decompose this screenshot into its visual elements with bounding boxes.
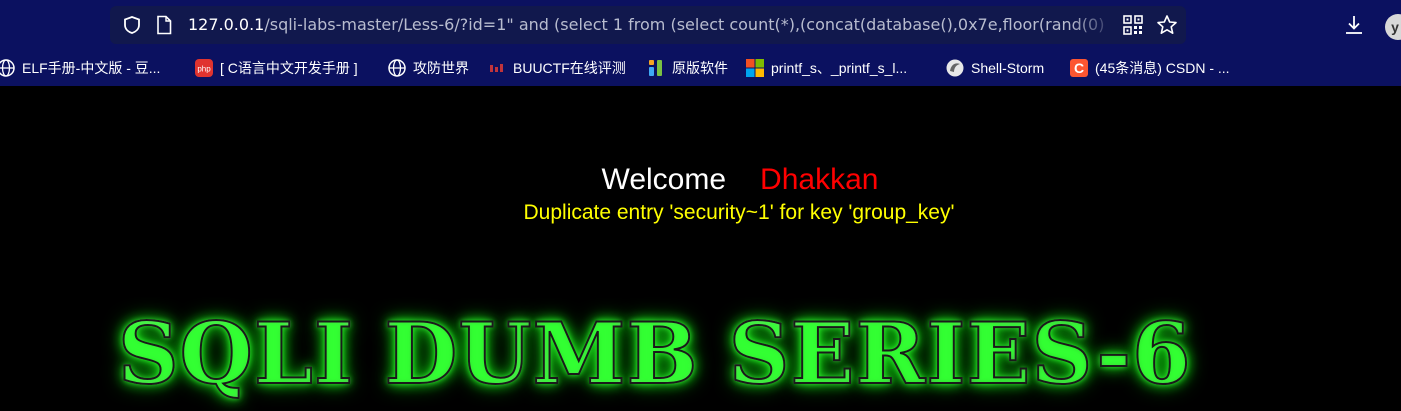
bookmarks-bar: ELF手册-中文版 - 豆... php [ C语言中文开发手册 ] 攻防世界 … [0, 50, 1401, 86]
download-icon[interactable] [1343, 14, 1365, 36]
svg-text:php: php [197, 65, 211, 74]
title-banner: SQLI DUMB SERIES-6 [117, 303, 1192, 404]
bookmark-label: 攻防世界 [413, 60, 469, 76]
star-icon[interactable] [1156, 14, 1178, 36]
bookmark-label: Shell-Storm [971, 60, 1045, 76]
bookmark-label: printf_s、_printf_s_l... [771, 60, 908, 76]
bookmark-label: BUUCTF在线评测 [513, 60, 626, 76]
bookmark-shell-storm[interactable]: Shell-Storm [945, 57, 1044, 79]
bookmark-c-manual[interactable]: php [ C语言中文开发手册 ] [194, 57, 358, 79]
bookmark-buuctf[interactable]: BUUCTF在线评测 [487, 57, 626, 79]
url-host: 127.0.0.1 [188, 15, 265, 34]
bookmark-itellyou[interactable]: 原版软件 [646, 57, 728, 79]
page-icon [157, 15, 172, 35]
welcome-text: Welcome [601, 163, 727, 196]
address-bar[interactable]: 127.0.0.1/sqli-labs-master/Less-6/?id=1"… [110, 6, 1186, 44]
welcome-line: Welcome Dhakkan [0, 163, 1401, 197]
bookmark-label: (45条消息) CSDN - ... [1095, 60, 1230, 76]
url-fade [1070, 6, 1118, 44]
bookmark-adworld[interactable]: 攻防世界 [387, 57, 469, 79]
shell-storm-icon [946, 59, 964, 77]
bookmark-printf-s[interactable]: printf_s、_printf_s_l... [745, 57, 907, 79]
bookmark-csdn[interactable]: C (45条消息) CSDN - ... [1069, 57, 1230, 79]
buuctf-icon [490, 64, 503, 72]
bookmark-label: ELF手册-中文版 - 豆... [22, 60, 161, 76]
avatar[interactable]: y [1385, 14, 1401, 40]
browser-toolbar: 127.0.0.1/sqli-labs-master/Less-6/?id=1"… [0, 0, 1401, 50]
svg-text:C: C [1074, 60, 1084, 76]
error-message: Duplicate entry 'security~1' for key 'gr… [523, 201, 955, 224]
bookmark-elf-manual[interactable]: ELF手册-中文版 - 豆... [0, 57, 160, 79]
microsoft-icon [746, 59, 764, 77]
username-text: Dhakkan [760, 163, 879, 196]
page-content: Welcome Dhakkan Duplicate entry 'security… [0, 86, 1401, 411]
shield-icon[interactable] [122, 15, 142, 35]
url-path: /sqli-labs-master/Less-6/?id=1" and (sel… [264, 15, 1105, 34]
i-tell-you-icon [649, 60, 662, 76]
url-text[interactable]: 127.0.0.1/sqli-labs-master/Less-6/?id=1"… [188, 15, 1114, 35]
globe-icon [388, 59, 406, 77]
php-icon: php [195, 59, 213, 77]
globe-icon [0, 59, 15, 77]
bookmark-label: 原版软件 [672, 60, 728, 76]
bookmark-label: [ C语言中文开发手册 ] [220, 60, 358, 76]
csdn-icon: C [1070, 59, 1088, 77]
qr-code-icon[interactable] [1123, 15, 1143, 35]
